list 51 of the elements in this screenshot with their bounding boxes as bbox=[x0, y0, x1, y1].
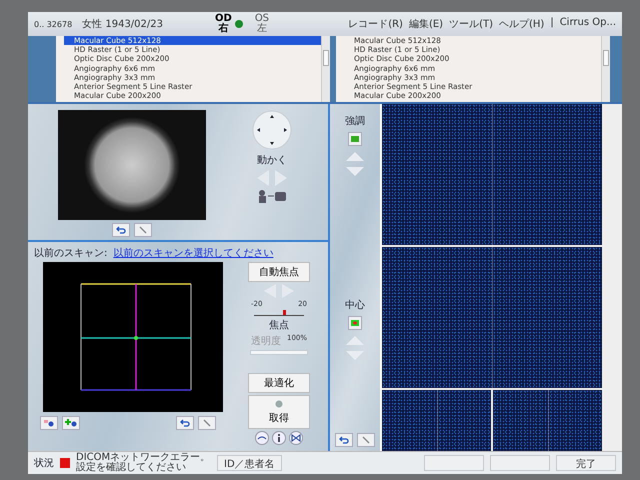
menu-item[interactable]: 編集(E) bbox=[408, 17, 444, 31]
undo-icon bbox=[180, 419, 190, 427]
optimize-button[interactable]: 最適化 bbox=[248, 373, 310, 393]
previous-scan-link[interactable]: 以前のスキャンを選択してください bbox=[113, 246, 274, 260]
scrollbar[interactable] bbox=[601, 36, 610, 102]
undo-button[interactable] bbox=[335, 433, 353, 447]
scan-tool-button[interactable] bbox=[40, 416, 58, 430]
slash-icon bbox=[362, 436, 370, 444]
plus-icon bbox=[65, 419, 77, 427]
menu-item[interactable]: | bbox=[550, 17, 554, 31]
move-label: 動かく bbox=[257, 154, 287, 167]
adjust-button[interactable] bbox=[348, 132, 362, 146]
tool-button[interactable] bbox=[198, 416, 216, 430]
menu-item[interactable]: Cirrus Op... bbox=[560, 17, 616, 31]
menu-item[interactable]: レコード(R) bbox=[348, 17, 403, 31]
adjust-label: 中心 bbox=[345, 298, 365, 312]
undo-icon bbox=[116, 226, 126, 234]
status-message: DICOMネットワークエラー。設定を確認してください bbox=[76, 453, 211, 473]
patient-camera-icon[interactable] bbox=[257, 189, 287, 203]
scrollbar[interactable] bbox=[321, 36, 330, 102]
status-label: 状況 bbox=[34, 456, 54, 470]
patient-info: 女性 1943/02/23 bbox=[82, 18, 163, 31]
eye-icon[interactable] bbox=[255, 431, 269, 445]
scan-marker-icon bbox=[43, 419, 55, 427]
tool-button[interactable] bbox=[134, 223, 152, 237]
previous-scan-label: 以前のスキャン: bbox=[34, 246, 108, 260]
focus-label: 焦点 bbox=[269, 318, 289, 332]
transparency-label: 透明度 bbox=[251, 334, 281, 348]
eye-toggle[interactable]: OS 左 bbox=[252, 13, 272, 35]
undo-button[interactable] bbox=[112, 223, 130, 237]
info-icon[interactable] bbox=[272, 431, 286, 445]
adjust-label: 強調 bbox=[345, 114, 365, 128]
capture-icon bbox=[273, 399, 285, 409]
bowtie-icon[interactable] bbox=[289, 431, 303, 445]
capture-button[interactable]: 取得 bbox=[248, 395, 310, 429]
slash-icon bbox=[203, 419, 211, 427]
undo-button[interactable] bbox=[176, 416, 194, 430]
menu-item[interactable]: ヘルプ(H) bbox=[499, 17, 544, 31]
done-button[interactable]: 完了 bbox=[556, 455, 616, 471]
menu-item[interactable]: ツール(T) bbox=[449, 17, 493, 31]
add-scan-button[interactable] bbox=[62, 416, 80, 430]
tool-button[interactable] bbox=[357, 433, 375, 447]
focus-slider[interactable] bbox=[254, 310, 304, 316]
adjust-button[interactable] bbox=[348, 316, 362, 330]
eye-toggle[interactable]: OD 右 bbox=[213, 13, 245, 35]
focus-marker[interactable] bbox=[283, 310, 286, 315]
slash-icon bbox=[139, 226, 147, 234]
undo-icon bbox=[339, 436, 349, 444]
autofocus-button[interactable]: 自動焦点 bbox=[248, 262, 310, 282]
patient-id-button[interactable]: ID／患者名 bbox=[217, 455, 282, 471]
patient-id: 0.. 32678 bbox=[34, 20, 72, 28]
